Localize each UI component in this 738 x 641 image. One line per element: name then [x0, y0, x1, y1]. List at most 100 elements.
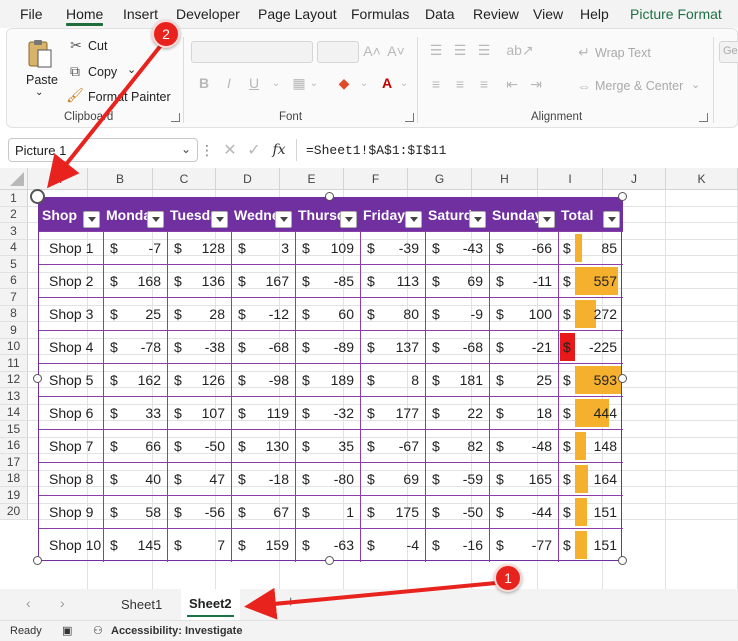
row-header-1[interactable]: 1	[0, 190, 28, 207]
borders-dropdown-icon[interactable]: ⌄	[307, 75, 321, 91]
row-header-6[interactable]: 6	[0, 272, 28, 289]
more-options-icon[interactable]: ⋮	[200, 141, 214, 159]
merge-center-button[interactable]: Merge & Center	[595, 79, 683, 93]
filter-dropdown-icon[interactable]	[469, 211, 486, 228]
tab-sheet1[interactable]: Sheet1	[121, 597, 162, 612]
row-header-4[interactable]: 4	[0, 239, 28, 256]
row-header-17[interactable]: 17	[0, 454, 28, 471]
wrap-text-button[interactable]: Wrap Text	[595, 46, 651, 60]
macro-recording-icon[interactable]: ▣	[62, 624, 72, 637]
italic-icon[interactable]: I	[222, 75, 236, 91]
row-header-13[interactable]: 13	[0, 388, 28, 405]
row-header-9[interactable]: 9	[0, 322, 28, 339]
filter-dropdown-icon[interactable]	[83, 211, 100, 228]
linked-picture[interactable]: Shop Monday Tuesday Wednesday Thursday Friday…	[38, 197, 623, 562]
format-painter-icon[interactable]: 🖌	[66, 87, 84, 103]
merge-dropdown-icon[interactable]: ⌄	[691, 78, 700, 91]
column-header-k[interactable]: K	[666, 168, 738, 190]
filter-dropdown-icon[interactable]	[340, 211, 357, 228]
bold-icon[interactable]: B	[197, 75, 211, 91]
row-header-15[interactable]: 15	[0, 421, 28, 438]
font-launcher-icon[interactable]	[405, 113, 414, 122]
menu-review[interactable]: Review	[473, 6, 519, 22]
paste-dropdown-icon[interactable]: ⌄	[35, 87, 43, 98]
font-color-dropdown-icon[interactable]: ⌄	[397, 75, 411, 91]
align-middle-icon[interactable]: ☰	[451, 41, 469, 59]
underline-icon[interactable]: U	[247, 75, 261, 91]
orientation-icon[interactable]: ab↗	[506, 41, 533, 59]
column-header-g[interactable]: G	[408, 168, 472, 190]
filter-dropdown-icon[interactable]	[405, 211, 422, 228]
borders-icon[interactable]: ▦	[291, 75, 307, 91]
paste-icon[interactable]	[25, 37, 55, 71]
column-header-d[interactable]: D	[216, 168, 280, 190]
column-header-e[interactable]: E	[280, 168, 344, 190]
menu-data[interactable]: Data	[425, 6, 455, 22]
column-header-f[interactable]: F	[344, 168, 408, 190]
worksheet-grid[interactable]: A B C D E F G H I J K 1 2 3 4 5 6 7 8 9 10 11 12 13 14 15 16 17 18 19…	[0, 168, 738, 589]
resize-handle[interactable]	[33, 556, 42, 565]
align-top-icon[interactable]: ☰	[427, 41, 445, 59]
column-header-b[interactable]: B	[88, 168, 153, 190]
menu-view[interactable]: View	[533, 6, 563, 22]
filter-dropdown-icon[interactable]	[211, 211, 228, 228]
menu-picture-format[interactable]: Picture Format	[630, 6, 722, 22]
align-left-icon[interactable]: ≡	[427, 75, 445, 93]
name-box-dropdown-icon[interactable]: ⌄	[181, 142, 191, 156]
menu-file[interactable]: File	[20, 6, 43, 22]
add-sheet-icon[interactable]: +	[286, 594, 295, 612]
row-header-3[interactable]: 3	[0, 223, 28, 240]
row-header-19[interactable]: 19	[0, 487, 28, 504]
filter-dropdown-icon[interactable]	[147, 211, 164, 228]
resize-handle[interactable]	[33, 374, 42, 383]
select-all-corner[interactable]	[0, 168, 28, 190]
resize-handle[interactable]	[618, 374, 627, 383]
fill-color-dropdown-icon[interactable]: ⌄	[357, 75, 371, 91]
scroll-tabs-left-icon[interactable]: ‹	[26, 595, 31, 611]
align-bottom-icon[interactable]: ☰	[475, 41, 493, 59]
row-header-2[interactable]: 2	[0, 206, 28, 223]
column-header-c[interactable]: C	[153, 168, 216, 190]
row-header-10[interactable]: 10	[0, 338, 28, 355]
decrease-indent-icon[interactable]: ⇤	[503, 75, 521, 93]
menu-home[interactable]: Home	[66, 6, 104, 26]
enter-formula-icon[interactable]: ✓	[246, 141, 262, 159]
clipboard-launcher-icon[interactable]	[171, 113, 180, 122]
align-center-icon[interactable]: ≡	[451, 75, 469, 93]
number-format-dropdown[interactable]: Ge	[719, 41, 738, 63]
menu-developer[interactable]: Developer	[176, 6, 240, 22]
decrease-font-icon[interactable]: A˅	[387, 42, 405, 60]
cut-button[interactable]: Cut	[88, 39, 107, 53]
increase-font-icon[interactable]: A˄	[363, 42, 381, 60]
fill-color-icon[interactable]: ◆	[335, 73, 353, 93]
copy-dropdown-icon[interactable]: ⌄	[127, 63, 136, 76]
resize-handle[interactable]	[618, 192, 627, 201]
wrap-text-icon[interactable]: ↵	[575, 43, 593, 61]
copy-button[interactable]: Copy	[88, 65, 117, 79]
rotate-handle[interactable]	[30, 189, 45, 204]
filter-dropdown-icon[interactable]	[275, 211, 292, 228]
row-header-14[interactable]: 14	[0, 404, 28, 421]
cancel-formula-icon[interactable]: ✕	[222, 141, 238, 159]
merge-center-icon[interactable]: ⇔	[575, 77, 593, 95]
menu-help[interactable]: Help	[580, 6, 609, 22]
paste-button[interactable]: Paste	[26, 73, 58, 87]
tab-sheet2[interactable]: Sheet2	[181, 589, 240, 620]
filter-dropdown-icon[interactable]	[538, 211, 555, 228]
copy-icon[interactable]: ⧉	[67, 63, 83, 79]
font-color-icon[interactable]: A	[379, 73, 395, 93]
row-header-8[interactable]: 8	[0, 305, 28, 322]
column-header-h[interactable]: H	[472, 168, 538, 190]
row-header-11[interactable]: 11	[0, 355, 28, 372]
align-right-icon[interactable]: ≡	[475, 75, 493, 93]
menu-insert[interactable]: Insert	[123, 6, 158, 22]
column-header-a[interactable]: A	[28, 168, 88, 190]
name-box[interactable]: Picture 1 ⌄	[8, 138, 198, 162]
increase-indent-icon[interactable]: ⇥	[527, 75, 545, 93]
row-header-20[interactable]: 20	[0, 503, 28, 520]
column-header-j[interactable]: J	[603, 168, 666, 190]
accessibility-icon[interactable]: ⚇	[93, 624, 103, 637]
menu-formulas[interactable]: Formulas	[351, 6, 409, 22]
font-size-dropdown[interactable]	[317, 41, 359, 63]
column-header-i[interactable]: I	[538, 168, 603, 190]
